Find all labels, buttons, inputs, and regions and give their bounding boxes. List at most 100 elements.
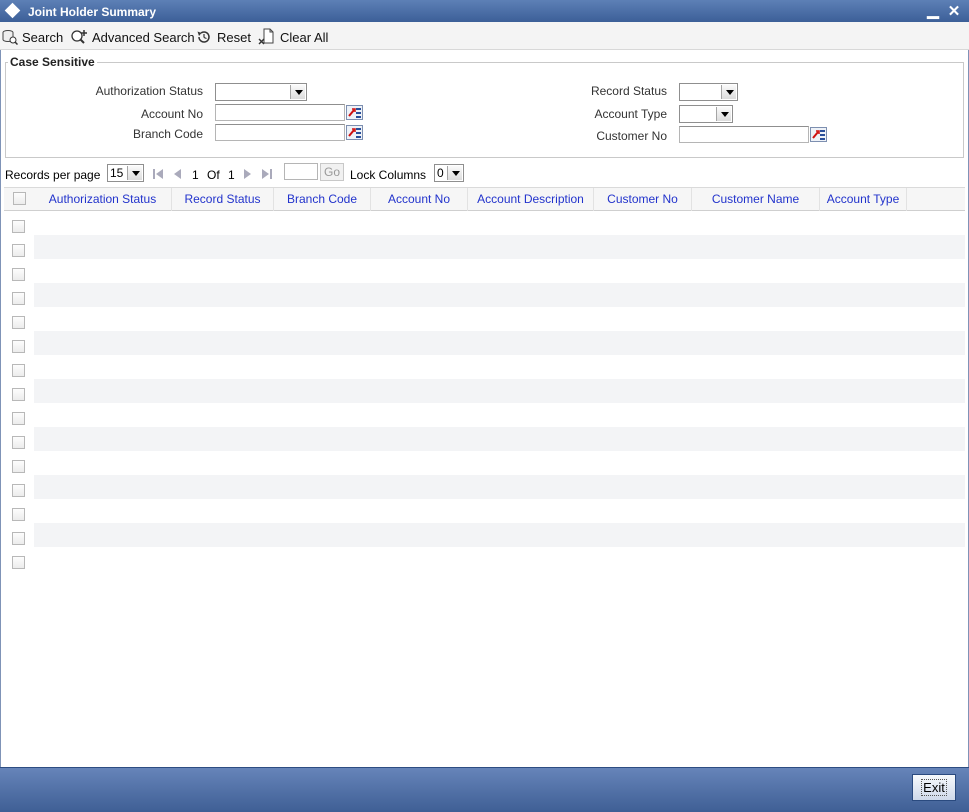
account-type-label: Account Type bbox=[594, 107, 668, 121]
go-button[interactable]: Go bbox=[320, 163, 344, 181]
lock-columns-label: Lock Columns bbox=[350, 168, 427, 182]
column-account-description[interactable]: Account Description bbox=[468, 188, 594, 211]
chevron-down-icon bbox=[447, 166, 462, 180]
account-no-lov-icon[interactable] bbox=[346, 105, 363, 120]
previous-page-icon[interactable] bbox=[171, 167, 185, 181]
window-title-bar: Joint Holder Summary ▁ ✕ bbox=[0, 0, 969, 22]
branch-code-lov-icon[interactable] bbox=[346, 125, 363, 140]
row-checkbox[interactable] bbox=[12, 508, 25, 521]
column-customer-name[interactable]: Customer Name bbox=[692, 188, 820, 211]
authorization-status-select[interactable] bbox=[215, 83, 307, 101]
table-row[interactable] bbox=[34, 235, 965, 259]
last-page-icon[interactable] bbox=[260, 167, 274, 181]
row-checkbox[interactable] bbox=[12, 388, 25, 401]
row-checkbox[interactable] bbox=[12, 340, 25, 353]
go-to-page-input[interactable] bbox=[284, 163, 318, 180]
branch-code-input[interactable] bbox=[215, 124, 345, 141]
row-checkbox[interactable] bbox=[12, 532, 25, 545]
row-checkbox[interactable] bbox=[12, 412, 25, 425]
reset-icon bbox=[197, 31, 210, 43]
total-pages: 1 bbox=[228, 168, 235, 182]
advanced-search-icon bbox=[71, 30, 87, 44]
column-authorization-status[interactable]: Authorization Status bbox=[34, 188, 172, 211]
table-row[interactable] bbox=[34, 547, 965, 571]
first-page-icon[interactable] bbox=[151, 167, 165, 181]
chevron-down-icon bbox=[127, 166, 142, 180]
account-no-label: Account No bbox=[140, 107, 203, 121]
case-sensitive-legend: Case Sensitive bbox=[8, 55, 97, 69]
table-row[interactable] bbox=[34, 379, 965, 403]
footer-bar bbox=[0, 767, 969, 812]
row-checkbox[interactable] bbox=[12, 364, 25, 377]
row-checkbox[interactable] bbox=[12, 244, 25, 257]
row-checkbox[interactable] bbox=[12, 460, 25, 473]
records-per-page-label: Records per page bbox=[5, 168, 101, 182]
row-checkbox[interactable] bbox=[12, 268, 25, 281]
row-checkbox[interactable] bbox=[12, 484, 25, 497]
search-button-label: Search bbox=[22, 29, 64, 45]
row-checkbox[interactable] bbox=[12, 436, 25, 449]
table-row[interactable] bbox=[34, 427, 965, 451]
select-all-checkbox[interactable] bbox=[13, 192, 26, 205]
clear-all-label: Clear All bbox=[280, 29, 329, 45]
current-page: 1 bbox=[192, 168, 199, 182]
table-row[interactable] bbox=[34, 499, 965, 523]
record-status-select[interactable] bbox=[679, 83, 738, 101]
window-left-border bbox=[0, 22, 1, 768]
table-row[interactable] bbox=[34, 523, 965, 547]
of-label: Of bbox=[207, 168, 220, 182]
results-grid-header: Authorization Status Record Status Branc… bbox=[4, 187, 965, 211]
account-type-select[interactable] bbox=[679, 105, 733, 123]
reset-label: Reset bbox=[217, 29, 251, 45]
search-db-icon bbox=[2, 30, 18, 45]
row-checkbox[interactable] bbox=[12, 556, 25, 569]
row-checkbox[interactable] bbox=[12, 316, 25, 329]
branch-code-label: Branch Code bbox=[132, 127, 203, 141]
chevron-down-icon bbox=[290, 85, 305, 99]
clear-all-icon bbox=[258, 28, 274, 45]
table-row[interactable] bbox=[34, 451, 965, 475]
reset-button[interactable]: Reset bbox=[196, 28, 251, 46]
chevron-down-icon bbox=[721, 85, 736, 99]
table-row[interactable] bbox=[34, 355, 965, 379]
customer-no-input[interactable] bbox=[679, 126, 809, 143]
table-row[interactable] bbox=[34, 259, 965, 283]
window-diamond-icon bbox=[4, 2, 21, 19]
column-account-no[interactable]: Account No bbox=[371, 188, 468, 211]
customer-no-lov-icon[interactable] bbox=[810, 127, 827, 142]
row-checkbox[interactable] bbox=[12, 292, 25, 305]
close-icon[interactable]: ✕ bbox=[946, 2, 962, 20]
table-row[interactable] bbox=[34, 475, 965, 499]
table-row[interactable] bbox=[34, 331, 965, 355]
records-per-page-value: 15 bbox=[110, 166, 124, 180]
advanced-search-label: Advanced Search bbox=[92, 29, 195, 45]
window-title: Joint Holder Summary bbox=[28, 5, 157, 19]
table-row[interactable] bbox=[34, 211, 965, 235]
table-row[interactable] bbox=[34, 307, 965, 331]
toolbar: Search Advanced Search Reset Clear All bbox=[0, 22, 969, 50]
column-branch-code[interactable]: Branch Code bbox=[274, 188, 371, 211]
clear-all-button[interactable]: Clear All bbox=[258, 28, 328, 46]
column-record-status[interactable]: Record Status bbox=[172, 188, 274, 211]
search-button[interactable]: Search bbox=[2, 28, 63, 46]
table-row[interactable] bbox=[34, 283, 965, 307]
column-account-type[interactable]: Account Type bbox=[820, 188, 907, 211]
customer-no-label: Customer No bbox=[596, 129, 667, 143]
results-grid-body bbox=[4, 211, 965, 767]
records-per-page-select[interactable]: 15 bbox=[107, 164, 144, 182]
chevron-down-icon bbox=[716, 107, 731, 121]
account-no-input[interactable] bbox=[215, 104, 345, 121]
exit-button-label: Exit bbox=[921, 779, 947, 796]
lock-columns-select[interactable]: 0 bbox=[434, 164, 464, 182]
column-customer-no[interactable]: Customer No bbox=[594, 188, 692, 211]
advanced-search-button[interactable]: Advanced Search bbox=[70, 28, 195, 46]
pagination-bar: Records per page 15 1 Of 1 Lock Columns … bbox=[0, 162, 969, 186]
authorization-status-label: Authorization Status bbox=[95, 84, 203, 98]
row-checkbox[interactable] bbox=[12, 220, 25, 233]
next-page-icon[interactable] bbox=[240, 167, 254, 181]
record-status-label: Record Status bbox=[590, 84, 667, 98]
table-row[interactable] bbox=[34, 403, 965, 427]
exit-button[interactable]: Exit bbox=[912, 774, 956, 801]
lock-columns-value: 0 bbox=[437, 166, 444, 180]
minimize-icon[interactable]: ▁ bbox=[925, 1, 941, 19]
